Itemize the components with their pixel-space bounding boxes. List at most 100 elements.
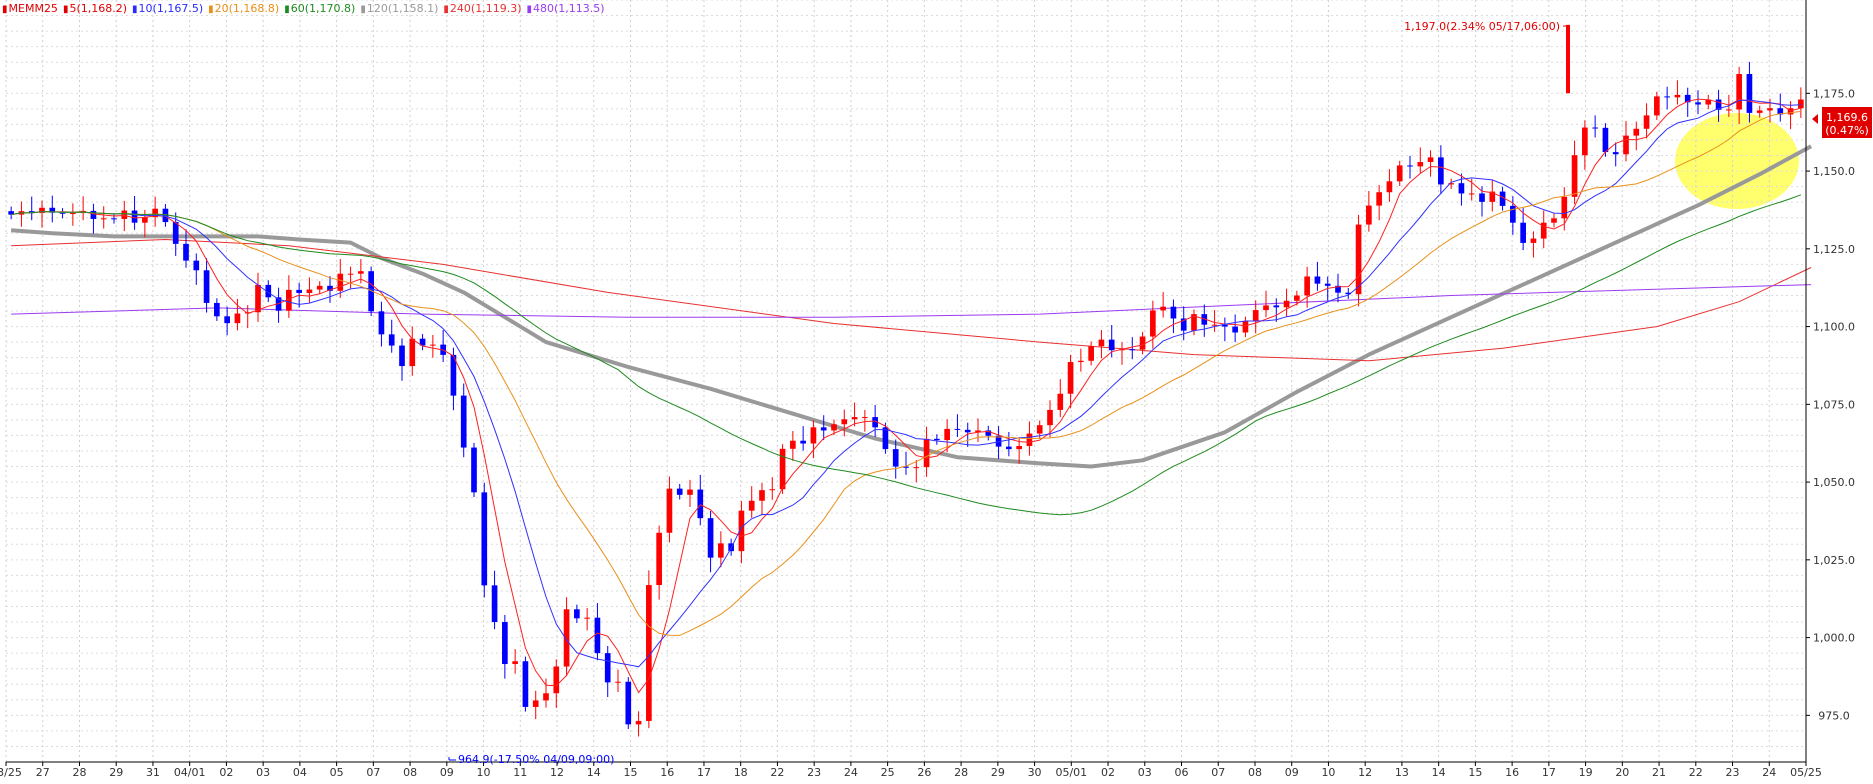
candle-body — [553, 666, 560, 694]
x-tick-label: 03 — [256, 766, 270, 779]
candle-body — [1376, 192, 1382, 206]
x-tick-label: 10 — [1321, 766, 1335, 779]
candle-body — [1263, 305, 1269, 311]
legend-label: 480(1,113.5) — [533, 2, 605, 15]
x-tick-label: 20 — [1615, 766, 1629, 779]
candle-body — [594, 617, 601, 654]
candle-body — [1242, 321, 1249, 333]
x-tick-label: 17 — [697, 766, 711, 779]
candle-body — [1067, 362, 1074, 394]
legend-item: ▮5(1,168.2) — [63, 2, 127, 15]
candle-body — [779, 448, 786, 490]
candle-body — [1294, 295, 1300, 301]
candle-body — [224, 316, 230, 324]
candle-body — [1561, 196, 1568, 219]
candle-body — [625, 681, 632, 725]
candle-body — [790, 440, 796, 449]
candle-body — [1664, 96, 1670, 98]
x-tick-label: 16 — [660, 766, 674, 779]
candle-body — [378, 311, 385, 335]
candle-body — [1582, 127, 1588, 156]
candlestick-chart: 03/25 27 28 29 31 04/01 02 03 04 05 07 08 09 10 11 12 14… — [0, 0, 1873, 784]
candle-body — [1355, 224, 1362, 295]
candle-body — [203, 270, 210, 303]
candle-body — [430, 344, 436, 346]
candle-body — [358, 271, 364, 274]
x-tick-label: 03/25 — [0, 766, 22, 779]
candle-body — [676, 488, 683, 495]
y-tick-label: 975.0 — [1818, 709, 1850, 722]
legend-label: 60(1,170.8) — [290, 2, 356, 15]
candle-body — [214, 302, 220, 317]
candle-body — [1170, 306, 1177, 319]
candle-body — [1057, 393, 1064, 410]
candle-body — [1407, 165, 1413, 167]
legend-item: ▮MEMM25 — [2, 2, 58, 15]
candle-body — [851, 417, 858, 420]
candle-body — [1314, 276, 1321, 284]
x-tick-label: 15 — [623, 766, 637, 779]
x-tick-label: 23 — [1726, 766, 1740, 779]
candle-body — [934, 438, 940, 441]
x-tick-label: 25 — [881, 766, 895, 779]
x-tick-label: 09 — [1285, 766, 1299, 779]
legend-swatch: ▮ — [360, 4, 366, 15]
x-tick-label: 30 — [1028, 766, 1042, 779]
legend-label: 10(1,167.5) — [138, 2, 204, 15]
candle-body — [718, 543, 724, 558]
candle-body — [748, 500, 755, 511]
legend-label: 120(1,158.1) — [366, 2, 439, 15]
x-tick-label: 02 — [1101, 766, 1115, 779]
candle-body — [964, 429, 971, 433]
candle-body — [234, 313, 241, 324]
x-tick-label: 17 — [1542, 766, 1556, 779]
candle-body — [1396, 165, 1403, 182]
x-tick-label: 13 — [1395, 766, 1409, 779]
x-tick-label: 28 — [72, 766, 86, 779]
legend-swatch: ▮ — [284, 4, 290, 15]
candle-body — [1047, 409, 1053, 426]
candle-body — [1479, 193, 1485, 202]
x-tick-label: 11 — [513, 766, 527, 779]
x-tick-label: 14 — [587, 766, 601, 779]
x-tick-label: 06 — [1175, 766, 1189, 779]
candle-body — [584, 617, 590, 619]
high-annotation: 1,197.0(2.34% 05/17,06:00) — [1404, 20, 1569, 33]
candle-body — [1366, 205, 1372, 225]
candle-body — [1674, 94, 1681, 98]
x-tick-label: 26 — [917, 766, 931, 779]
candle-body — [543, 693, 549, 701]
x-tick-label: 19 — [1579, 766, 1593, 779]
x-tick-label: 29 — [109, 766, 123, 779]
x-tick-label: 24 — [1762, 766, 1776, 779]
x-tick-label: 16 — [1505, 766, 1519, 779]
y-tick-label: 1,000.0 — [1813, 632, 1855, 645]
legend-swatch: ▮ — [443, 4, 449, 15]
x-tick-label: 07 — [1211, 766, 1225, 779]
candle-body — [1160, 306, 1166, 311]
candle-body — [512, 661, 518, 665]
x-tick-label: 14 — [1432, 766, 1446, 779]
candle-body — [1026, 433, 1033, 447]
candle-body — [1551, 218, 1557, 223]
candle-body — [1798, 99, 1804, 109]
y-tick-label: 1,100.0 — [1813, 321, 1855, 334]
legend-swatch: ▮ — [208, 4, 214, 15]
candle-body — [687, 489, 693, 495]
candle-body — [131, 210, 138, 223]
candle-body — [347, 273, 354, 275]
candle-body — [697, 489, 704, 519]
candle-body — [1654, 96, 1660, 116]
x-tick-label: 15 — [1468, 766, 1482, 779]
x-tick-label: 21 — [1652, 766, 1666, 779]
chart-legend: ▮MEMM25 ▮5(1,168.2) ▮10(1,167.5) ▮20(1,168.… — [2, 2, 610, 15]
candle-body — [1006, 446, 1012, 450]
candle-body — [183, 243, 189, 261]
candle-body — [1736, 74, 1742, 110]
candle-body — [820, 427, 827, 431]
x-tick-label: 27 — [36, 766, 50, 779]
x-tick-label: 02 — [219, 766, 233, 779]
candle-body — [1324, 283, 1331, 286]
candle-body — [1520, 222, 1526, 243]
y-tick-label: 1,075.0 — [1813, 398, 1855, 411]
